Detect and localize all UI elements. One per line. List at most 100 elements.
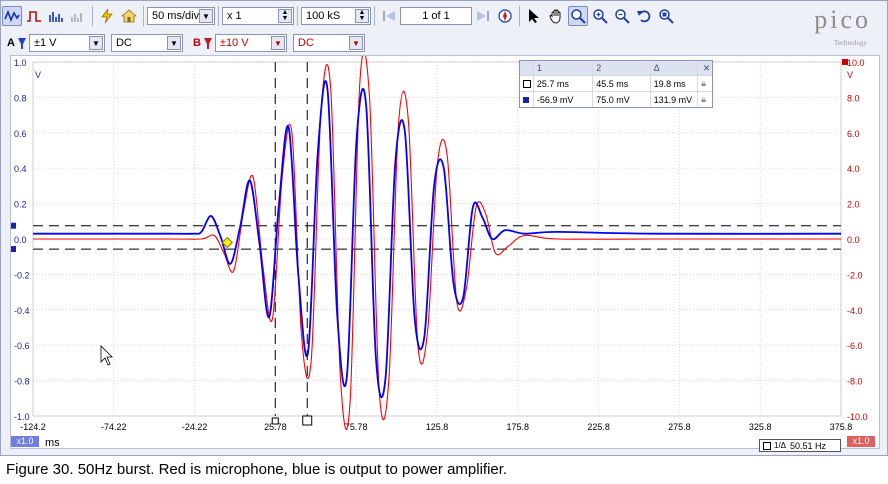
scope-mode-icon[interactable] bbox=[2, 6, 22, 26]
x-tick-label: -24.22 bbox=[182, 422, 208, 432]
home-icon[interactable] bbox=[119, 6, 139, 26]
compass-icon[interactable] bbox=[495, 6, 515, 26]
frequency-icon bbox=[763, 441, 771, 450]
channel-b-probe-icon[interactable] bbox=[203, 36, 213, 50]
timebase-value: 50 ms/div bbox=[152, 10, 200, 22]
ruler-legend-header: 1 2 Δ ✕ bbox=[520, 61, 712, 76]
ruler-legend[interactable]: 1 2 Δ ✕ 25.7 ms 45.5 ms 19.8 ms 🔒︎ -56.9… bbox=[519, 60, 713, 108]
pointer-icon[interactable] bbox=[524, 6, 544, 26]
voltage-ruler-icon bbox=[520, 92, 534, 107]
channel-a-probe-icon[interactable] bbox=[17, 36, 27, 50]
left-tick-label: 1.0 bbox=[14, 58, 27, 68]
x-axis: -124.2 -74.22 -24.22 25.78 75.78 125.8 175.8 22… bbox=[20, 422, 852, 432]
timebase-select[interactable]: 50 ms/div ▼ bbox=[147, 7, 215, 25]
left-tick-label: -1.0 bbox=[14, 412, 30, 422]
x-tick-label: -124.2 bbox=[20, 422, 46, 432]
x-tick-label: 225.8 bbox=[587, 422, 610, 432]
ruler-col-2: 2 bbox=[593, 61, 651, 75]
left-tick-label: -0.8 bbox=[14, 377, 30, 387]
right-tick-label: -10.0 bbox=[847, 412, 868, 422]
chevron-down-icon[interactable]: ▼ bbox=[199, 9, 213, 23]
markers[interactable] bbox=[100, 59, 848, 366]
voltage-ruler-2: 75.0 mV bbox=[593, 92, 651, 107]
right-tick-label: 6.0 bbox=[847, 129, 860, 139]
ruler-row-time: 25.7 ms 45.5 ms 19.8 ms 🔒︎ bbox=[520, 76, 712, 92]
zoom-factor-value: x 1 bbox=[227, 10, 242, 22]
spinner-icon[interactable]: ▲ ▼ bbox=[278, 9, 292, 23]
left-axis-zoom-badge[interactable]: x1.0 bbox=[11, 436, 39, 447]
ruler-row-voltage: -56.9 mV 75.0 mV 131.9 mV 🔒︎ bbox=[520, 92, 712, 107]
ruler-col-1: 1 bbox=[534, 61, 594, 75]
left-tick-label: -0.4 bbox=[14, 306, 30, 316]
channel-b-range-select[interactable]: ±10 V ▼ bbox=[214, 34, 287, 52]
voltage-ruler-delta: 131.9 mV bbox=[651, 92, 699, 107]
channel-b-coupling: DC bbox=[297, 37, 314, 49]
x-tick-label: 175.8 bbox=[507, 422, 530, 432]
right-tick-label: -6.0 bbox=[847, 341, 863, 351]
scope-chart[interactable]: 1.00.80.60.40.20.0-0.2-0.4-0.6-0.8-1.0V … bbox=[10, 50, 879, 448]
left-tick-label: 0.4 bbox=[14, 164, 27, 174]
channel-a-coupling-select[interactable]: DC ▼ bbox=[110, 34, 183, 52]
chevron-down-icon[interactable]: ▼ bbox=[348, 36, 363, 50]
right-tick-label: 0.0 bbox=[847, 235, 860, 245]
first-page-icon[interactable] bbox=[379, 6, 399, 26]
lock-icon[interactable]: 🔒︎ bbox=[698, 92, 712, 107]
voltage-ruler-handle[interactable] bbox=[10, 246, 16, 253]
next-page-icon[interactable] bbox=[473, 6, 493, 26]
lock-icon[interactable]: 🔒︎ bbox=[698, 76, 712, 91]
close-icon[interactable]: ✕ bbox=[698, 61, 712, 75]
chevron-down-icon[interactable]: ▼ bbox=[166, 36, 181, 50]
voltage-ruler-1: -56.9 mV bbox=[534, 92, 594, 107]
frequency-prefix-icon: 1/Δ bbox=[774, 441, 787, 450]
chevron-down-icon[interactable]: ▼ bbox=[270, 36, 285, 50]
spinner-icon[interactable]: ▲ ▼ bbox=[355, 9, 369, 23]
zoom-in-icon[interactable] bbox=[590, 6, 610, 26]
right-axis: 10.0 8.0 6.0 4.0 2.0 0.0 -2.0 -4.0 -6.0 -8.0 -10.0… bbox=[847, 58, 868, 422]
picoscope-window: 50 ms/div ▼ x 1 ▲ ▼ 100 kS ▲ ▼ 1 of 1 pi… bbox=[0, 0, 888, 456]
chevron-down-icon[interactable]: ▼ bbox=[88, 36, 103, 50]
right-tick-label: 2.0 bbox=[847, 200, 860, 210]
right-axis-zoom-badge[interactable]: x1.0 bbox=[847, 436, 875, 447]
zoom-region-icon[interactable] bbox=[568, 6, 588, 26]
channel-a-label: A bbox=[7, 37, 15, 49]
frequency-value: 50.51 Hz bbox=[790, 440, 827, 451]
left-tick-label: 0.6 bbox=[14, 129, 27, 139]
channel-b-coupling-select[interactable]: DC ▼ bbox=[292, 34, 365, 52]
main-toolbar: 50 ms/div ▼ x 1 ▲ ▼ 100 kS ▲ ▼ 1 of 1 bbox=[1, 3, 888, 29]
time-ruler-icon bbox=[520, 76, 534, 91]
x-tick-label: 125.8 bbox=[426, 422, 449, 432]
left-tick-label: -0.2 bbox=[14, 270, 30, 280]
left-tick-label: 0.0 bbox=[14, 235, 27, 245]
time-ruler-handle[interactable] bbox=[271, 417, 279, 425]
time-ruler-handle[interactable] bbox=[302, 415, 313, 426]
right-tick-label: -4.0 bbox=[847, 306, 863, 316]
x-tick-label: -74.22 bbox=[101, 422, 127, 432]
rulers[interactable] bbox=[10, 62, 841, 426]
samples-input[interactable]: 100 kS ▲ ▼ bbox=[301, 7, 371, 25]
persistence-mode-icon[interactable] bbox=[24, 6, 44, 26]
scope-view[interactable]: 1.0 0.8 0.6 0.4 0.2 0.0 -0.2 -0.4 -0.6 -0.8 -1.0 V … bbox=[10, 50, 880, 449]
spectrum-mode-icon[interactable] bbox=[46, 6, 66, 26]
channel-options-icon[interactable] bbox=[68, 6, 88, 26]
hand-icon[interactable] bbox=[546, 6, 566, 26]
signal-generator-icon[interactable] bbox=[97, 6, 117, 26]
right-tick-label: 4.0 bbox=[847, 164, 860, 174]
time-ruler-1: 25.7 ms bbox=[534, 76, 594, 91]
zoom-overview-icon[interactable] bbox=[656, 6, 676, 26]
right-axis-unit: V bbox=[847, 70, 853, 80]
zoom-factor-input[interactable]: x 1 ▲ ▼ bbox=[222, 7, 294, 25]
right-tick-label: -2.0 bbox=[847, 270, 863, 280]
ruler-col-delta: Δ bbox=[651, 61, 699, 75]
frequency-readout[interactable]: 1/Δ 50.51 Hz bbox=[759, 439, 841, 452]
zoom-out-icon[interactable] bbox=[612, 6, 632, 26]
undo-zoom-icon[interactable] bbox=[634, 6, 654, 26]
voltage-ruler-handle[interactable] bbox=[10, 222, 16, 229]
x-tick-label: 375.8 bbox=[830, 422, 853, 432]
page-indicator: 1 of 1 bbox=[400, 7, 472, 25]
channel-b-offset-handle[interactable] bbox=[842, 59, 848, 65]
channel-a-range-select[interactable]: ±1 V ▼ bbox=[28, 34, 105, 52]
channel-a-range: ±1 V bbox=[33, 37, 57, 49]
time-ruler-delta: 19.8 ms bbox=[651, 76, 699, 91]
mouse-cursor-icon bbox=[100, 345, 113, 366]
channel-toolbar: A ±1 V ▼ DC ▼ B ±10 V ▼ DC ▼ bbox=[1, 30, 888, 56]
